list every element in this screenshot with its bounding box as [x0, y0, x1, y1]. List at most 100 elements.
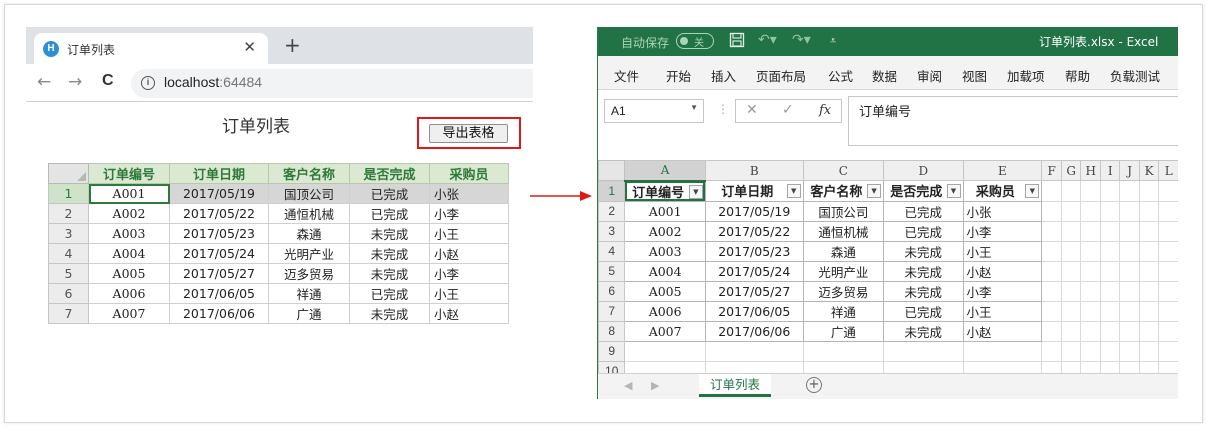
row-number[interactable]: 2: [598, 200, 626, 222]
empty-cell[interactable]: [1138, 280, 1160, 302]
row-number[interactable]: 10: [598, 360, 626, 373]
spread-col-header[interactable]: 客户名称: [268, 163, 350, 184]
order-id-cell[interactable]: A005: [624, 280, 706, 302]
empty-cell[interactable]: [1158, 220, 1178, 242]
order-id-cell[interactable]: A007: [624, 320, 706, 342]
order-id-cell[interactable]: A001: [88, 183, 170, 204]
empty-cell[interactable]: [1158, 300, 1178, 322]
site-info-icon[interactable]: i: [141, 76, 155, 90]
filter-dropdown-icon[interactable]: ▼: [688, 184, 703, 199]
ribbon-tab-page-layout[interactable]: 页面布局: [756, 66, 806, 85]
empty-cell[interactable]: [1119, 220, 1140, 242]
order-id-cell[interactable]: A005: [88, 263, 170, 284]
ribbon-tab-home[interactable]: 开始: [666, 66, 691, 85]
customer-cell[interactable]: 迈多贸易: [802, 280, 885, 302]
order-id-cell[interactable]: A006: [624, 300, 706, 322]
order-spreadsheet[interactable]: 订单编号 订单日期 客户名称 是否完成 采购员 1 A001 2017/05/1…: [48, 163, 509, 324]
customer-cell[interactable]: 广通: [802, 320, 885, 342]
row-number[interactable]: 5: [598, 260, 626, 282]
autosave-toggle[interactable]: 关: [676, 33, 714, 49]
empty-cell[interactable]: [1080, 280, 1102, 302]
row-number[interactable]: 4: [598, 240, 626, 262]
empty-cell[interactable]: [802, 360, 885, 373]
empty-cell[interactable]: [1158, 340, 1178, 362]
empty-cell[interactable]: [1138, 180, 1160, 202]
buyer-cell[interactable]: 小王: [962, 300, 1043, 322]
header-cell[interactable]: 采购员 ▼: [962, 180, 1043, 202]
status-cell[interactable]: 未完成: [349, 243, 430, 264]
select-all-corner[interactable]: [598, 160, 626, 181]
order-date-cell[interactable]: 2017/05/19: [704, 200, 804, 222]
buyer-cell[interactable]: 小李: [962, 280, 1043, 302]
table-row[interactable]: 3 A003 2017/05/23 森通 未完成 小王: [48, 223, 509, 244]
spread-row-number[interactable]: 7: [48, 303, 89, 324]
empty-cell[interactable]: [1100, 220, 1121, 242]
status-cell[interactable]: 已完成: [883, 200, 964, 222]
forward-arrow-icon[interactable]: →: [68, 72, 82, 92]
empty-cell[interactable]: [1041, 360, 1062, 373]
empty-cell[interactable]: [1100, 340, 1121, 362]
row-number[interactable]: 1: [598, 180, 626, 202]
empty-cell[interactable]: [1041, 240, 1062, 262]
table-row[interactable]: 6 A006 2017/06/05 祥通 已完成 小王: [48, 283, 509, 304]
column-header[interactable]: F: [1041, 160, 1062, 181]
status-cell[interactable]: 未完成: [883, 260, 964, 282]
order-date-cell[interactable]: 2017/06/06: [169, 303, 269, 324]
empty-cell[interactable]: [1138, 240, 1160, 262]
ribbon-tab-data[interactable]: 数据: [872, 66, 897, 85]
sheet-prev-icon[interactable]: ◀: [624, 379, 632, 392]
order-id-cell[interactable]: A007: [88, 303, 170, 324]
cancel-icon[interactable]: ✕: [746, 102, 758, 118]
header-cell[interactable]: 订单日期 ▼: [704, 180, 804, 202]
empty-cell[interactable]: [1041, 200, 1062, 222]
empty-cell[interactable]: [1041, 280, 1062, 302]
empty-cell[interactable]: [1080, 320, 1102, 342]
back-arrow-icon[interactable]: ←: [37, 72, 51, 92]
empty-cell[interactable]: [1119, 280, 1140, 302]
column-header[interactable]: B: [704, 160, 804, 181]
spread-col-header[interactable]: 采购员: [429, 163, 509, 184]
empty-cell[interactable]: [1119, 240, 1140, 262]
empty-cell[interactable]: [1060, 260, 1082, 282]
name-box[interactable]: A1 ▼: [604, 99, 704, 123]
empty-cell[interactable]: [1060, 220, 1082, 242]
order-date-cell[interactable]: 2017/05/23: [704, 240, 804, 262]
insert-function-icon[interactable]: fx: [819, 103, 831, 118]
empty-cell[interactable]: [1060, 280, 1082, 302]
order-date-cell[interactable]: 2017/05/24: [704, 260, 804, 282]
order-date-cell[interactable]: 2017/05/27: [704, 280, 804, 302]
header-cell[interactable]: 是否完成 ▼: [883, 180, 964, 202]
empty-cell[interactable]: [704, 360, 804, 373]
export-table-button[interactable]: 导出表格: [429, 124, 508, 143]
order-id-cell[interactable]: A004: [624, 260, 706, 282]
empty-row[interactable]: 10: [598, 360, 1178, 373]
spread-row-number[interactable]: 2: [48, 203, 89, 224]
column-header[interactable]: H: [1080, 160, 1102, 181]
table-row[interactable]: 7 A006 2017/06/05 祥通 已完成 小王: [598, 300, 1178, 322]
column-header[interactable]: A: [624, 160, 706, 182]
customer-cell[interactable]: 通恒机械: [268, 203, 350, 224]
empty-cell[interactable]: [1138, 200, 1160, 222]
buyer-cell[interactable]: 小赵: [429, 243, 509, 264]
order-date-cell[interactable]: 2017/05/23: [169, 223, 269, 244]
empty-cell[interactable]: [1100, 200, 1121, 222]
empty-cell[interactable]: [1138, 340, 1160, 362]
column-header[interactable]: I: [1100, 160, 1121, 181]
buyer-cell[interactable]: 小张: [962, 200, 1043, 222]
empty-cell[interactable]: [1158, 240, 1178, 262]
status-cell[interactable]: 已完成: [349, 203, 430, 224]
empty-cell[interactable]: [1060, 180, 1082, 202]
spread-row-number[interactable]: 6: [48, 283, 89, 304]
column-header[interactable]: C: [802, 160, 885, 181]
empty-cell[interactable]: [1041, 320, 1062, 342]
buyer-cell[interactable]: 小赵: [962, 320, 1043, 342]
address-bar[interactable]: i localhost:64484: [131, 69, 533, 98]
column-header[interactable]: G: [1060, 160, 1082, 181]
empty-cell[interactable]: [1080, 180, 1102, 202]
row-number[interactable]: 9: [598, 340, 626, 362]
customer-cell[interactable]: 通恒机械: [802, 220, 885, 242]
ribbon-tab-file[interactable]: 文件: [614, 66, 639, 85]
filter-dropdown-icon[interactable]: ▼: [867, 184, 882, 198]
reload-icon[interactable]: C: [102, 72, 114, 90]
empty-cell[interactable]: [1158, 180, 1178, 202]
